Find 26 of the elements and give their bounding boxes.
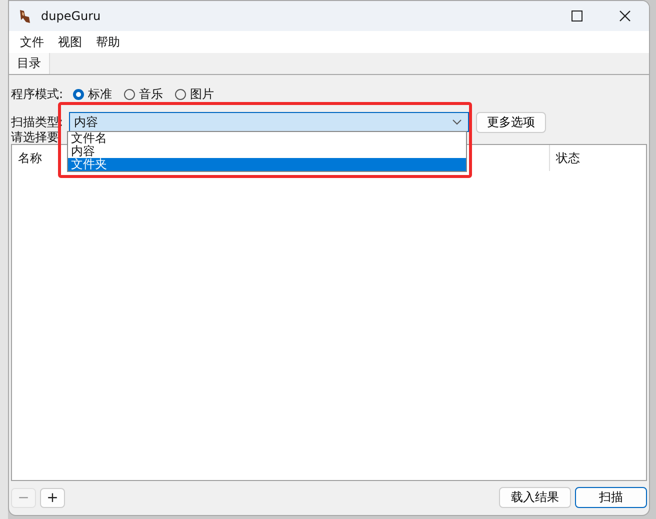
menu-item[interactable]: 文件 (13, 34, 51, 50)
window-title: dupeGuru (41, 9, 101, 23)
column-header[interactable]: 状态 (549, 145, 646, 171)
mode-label: 程序模式: (11, 86, 64, 102)
add-button[interactable]: + (40, 488, 65, 508)
scan-type-dropdown[interactable]: 内容 (69, 112, 470, 132)
menu-item[interactable]: 视图 (51, 34, 89, 50)
radio-button[interactable] (175, 88, 186, 100)
dropdown-option[interactable]: 内容 (68, 145, 466, 158)
app-icon (17, 8, 33, 24)
more-options-button[interactable]: 更多选项 (476, 112, 546, 132)
radio-button[interactable] (73, 88, 84, 100)
dropdown-option[interactable]: 文件夹 (68, 158, 466, 171)
radio-label: 音乐 (139, 86, 164, 102)
menu-item[interactable]: 帮助 (89, 34, 127, 50)
maximize-icon[interactable] (571, 10, 583, 22)
load-results-button[interactable]: 载入结果 (499, 487, 571, 508)
radio-label: 标准 (88, 86, 112, 102)
close-icon[interactable] (619, 10, 631, 22)
scan-button[interactable]: 扫描 (575, 487, 647, 508)
radio-button[interactable] (124, 88, 136, 100)
hint-text: 请选择要 (11, 130, 59, 144)
dropdown-option[interactable]: 文件名 (68, 132, 466, 145)
chevron-icon (452, 119, 462, 125)
radio-label: 图片 (190, 86, 214, 102)
tab[interactable]: 目录 (9, 53, 50, 74)
